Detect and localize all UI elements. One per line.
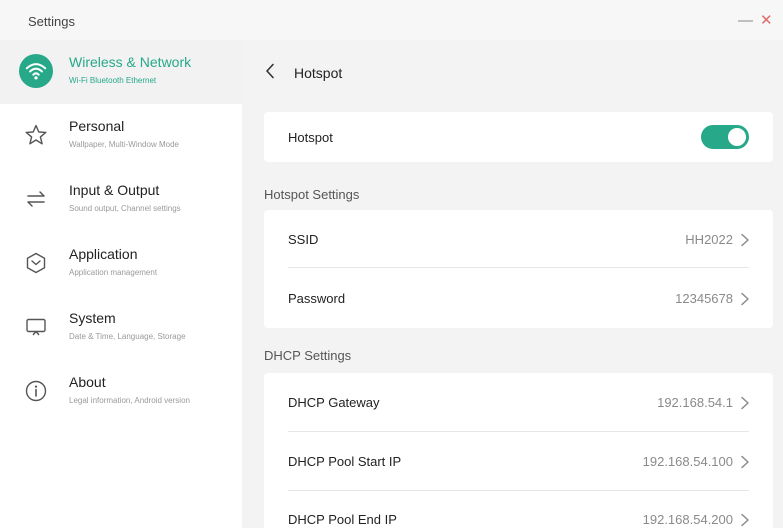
- close-button[interactable]: ✕: [760, 11, 773, 29]
- dhcp-gateway-label: DHCP Gateway: [288, 395, 380, 410]
- sidebar-item-subtitle: Wallpaper, Multi-Window Mode: [69, 140, 179, 149]
- dhcp-pool-end-label: DHCP Pool End IP: [288, 512, 397, 527]
- chevron-right-icon: [741, 396, 749, 410]
- sidebar-item-wireless-network[interactable]: Wireless & Network Wi-Fi Bluetooth Ether…: [0, 40, 242, 104]
- main-panel: Hotspot Hotspot Hotspot Settings SSID HH…: [242, 40, 783, 528]
- minimize-button[interactable]: —: [738, 12, 753, 29]
- monitor-icon: [19, 310, 53, 344]
- chevron-right-icon: [741, 292, 749, 306]
- sidebar-item-subtitle: Legal information, Android version: [69, 396, 190, 405]
- page-title: Hotspot: [294, 65, 343, 81]
- back-chevron-icon[interactable]: [264, 63, 276, 84]
- password-value: 12345678: [675, 291, 733, 306]
- dhcp-settings-card: DHCP Gateway 192.168.54.1 DHCP Pool Star…: [264, 373, 773, 528]
- sidebar-item-subtitle: Wi-Fi Bluetooth Ethernet: [69, 76, 157, 85]
- dhcp-gateway-row[interactable]: DHCP Gateway 192.168.54.1: [264, 373, 773, 431]
- sidebar-item-subtitle: Application management: [69, 268, 158, 277]
- sidebar-item-system[interactable]: System Date & Time, Language, Storage: [0, 296, 242, 360]
- dhcp-gateway-value: 192.168.54.1: [657, 395, 733, 410]
- sidebar-item-subtitle: Date & Time, Language, Storage: [69, 332, 186, 341]
- sidebar-item-personal[interactable]: Personal Wallpaper, Multi-Window Mode: [0, 104, 242, 168]
- password-row[interactable]: Password 12345678: [264, 268, 773, 328]
- password-label: Password: [288, 291, 346, 306]
- info-icon: [19, 374, 53, 408]
- dhcp-settings-header: DHCP Settings: [264, 348, 352, 363]
- hotspot-toggle-switch[interactable]: [701, 125, 749, 149]
- toggle-knob: [728, 128, 746, 146]
- dhcp-pool-start-label: DHCP Pool Start IP: [288, 454, 402, 469]
- app-title: Settings: [28, 14, 75, 29]
- hotspot-settings-header: Hotspot Settings: [264, 187, 360, 202]
- dhcp-pool-start-value: 192.168.54.100: [642, 454, 733, 469]
- title-bar: Settings — ✕: [0, 0, 783, 40]
- sidebar: Wireless & Network Wi-Fi Bluetooth Ether…: [0, 40, 242, 528]
- dhcp-pool-end-row[interactable]: DHCP Pool End IP 192.168.54.200: [264, 491, 773, 528]
- sidebar-item-input-output[interactable]: Input & Output Sound output, Channel set…: [0, 168, 242, 232]
- app-hexagon-icon: [19, 246, 53, 280]
- sidebar-item-application[interactable]: Application Application management: [0, 232, 242, 296]
- sidebar-item-title: Personal: [69, 118, 125, 134]
- ssid-value: HH2022: [685, 232, 733, 247]
- hotspot-toggle-label: Hotspot: [288, 130, 333, 145]
- sidebar-item-title: About: [69, 374, 106, 390]
- star-icon: [19, 118, 53, 152]
- sidebar-item-title: System: [69, 310, 116, 326]
- hotspot-settings-card: SSID HH2022 Password 12345678: [264, 210, 773, 328]
- chevron-right-icon: [741, 233, 749, 247]
- sidebar-item-about[interactable]: About Legal information, Android version: [0, 360, 242, 424]
- sidebar-item-subtitle: Sound output, Channel settings: [69, 204, 181, 213]
- sidebar-item-title: Application: [69, 246, 138, 262]
- wifi-icon: [19, 54, 53, 88]
- swap-arrows-icon: [19, 182, 53, 216]
- ssid-row[interactable]: SSID HH2022: [264, 210, 773, 268]
- sidebar-item-title: Input & Output: [69, 182, 160, 198]
- chevron-right-icon: [741, 455, 749, 469]
- dhcp-pool-end-value: 192.168.54.200: [642, 512, 733, 527]
- hotspot-toggle-card: Hotspot: [264, 112, 773, 162]
- chevron-right-icon: [741, 513, 749, 527]
- ssid-label: SSID: [288, 232, 319, 247]
- dhcp-pool-start-row[interactable]: DHCP Pool Start IP 192.168.54.100: [264, 432, 773, 490]
- sidebar-item-title: Wireless & Network: [69, 54, 192, 70]
